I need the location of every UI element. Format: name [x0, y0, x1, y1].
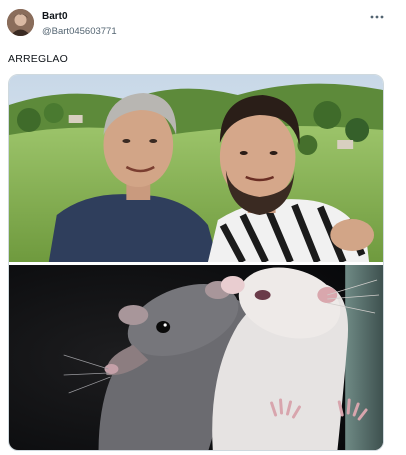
- author-name[interactable]: Bart0: [42, 11, 68, 22]
- tweet-card: Bart0 @Bart045603771 ARREGLAO: [0, 0, 406, 455]
- media-grid: [8, 74, 384, 451]
- tweet-text: ARREGLAO: [8, 53, 68, 65]
- avatar-image: [7, 9, 34, 36]
- avatar[interactable]: [7, 9, 34, 36]
- photo-two-men-outdoors[interactable]: [9, 75, 383, 262]
- more-options-button[interactable]: [368, 8, 386, 26]
- author-handle[interactable]: @Bart045603771: [42, 26, 117, 37]
- ellipsis-horizontal-icon: [370, 15, 384, 19]
- photo-two-rats[interactable]: [9, 265, 383, 450]
